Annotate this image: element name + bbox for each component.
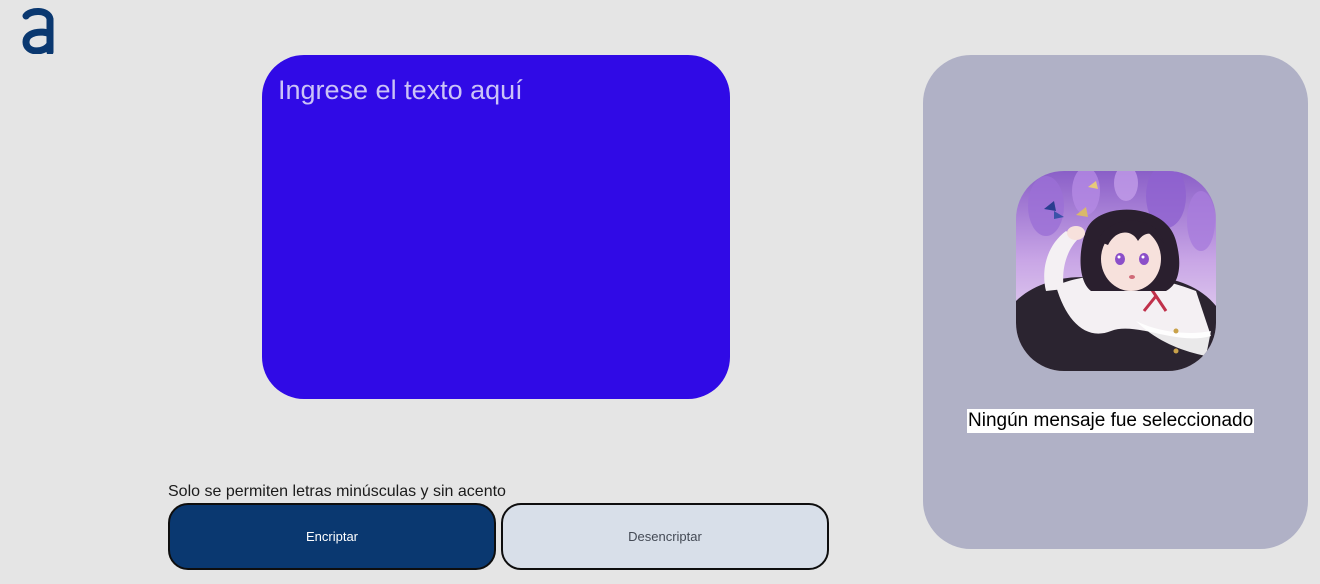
input-hint-text: Solo se permiten letras minúsculas y sin…	[168, 483, 506, 500]
decrypt-button[interactable]: Desencriptar	[501, 503, 829, 570]
empty-message-text: Ningún mensaje fue seleccionado	[968, 410, 1254, 431]
empty-message: Ningún mensaje fue seleccionado	[967, 409, 1255, 433]
logo-icon	[20, 6, 56, 56]
text-input[interactable]	[278, 73, 714, 381]
decrypt-button-label: Desencriptar	[628, 529, 702, 544]
output-panel: Ningún mensaje fue seleccionado	[923, 55, 1308, 549]
anime-character-illustration	[1016, 171, 1216, 371]
input-hint: Solo se permiten letras minúsculas y sin…	[168, 483, 506, 501]
encrypt-button[interactable]: Encriptar	[168, 503, 496, 570]
encrypt-button-label: Encriptar	[305, 529, 359, 544]
text-input-card	[262, 55, 730, 399]
